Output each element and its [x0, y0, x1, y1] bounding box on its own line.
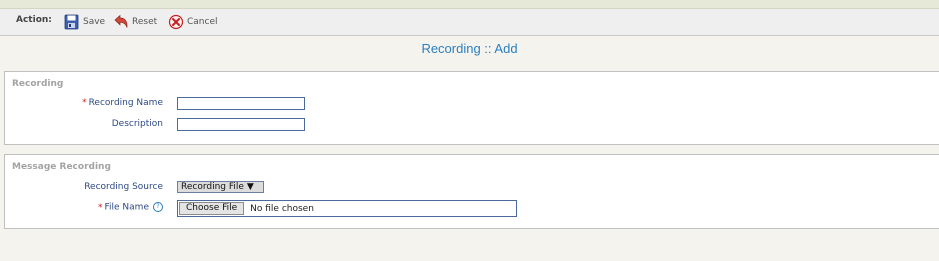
- recording-source-label: Recording Source: [84, 182, 163, 192]
- file-status-text: No file chosen: [250, 203, 314, 214]
- help-question-icon[interactable]: ?: [153, 202, 163, 212]
- cancel-x-icon: [168, 14, 184, 30]
- recording-name-label-text: Recording Name: [88, 98, 163, 108]
- top-strip: [0, 0, 939, 9]
- save-disk-icon: [64, 14, 80, 30]
- file-name-label-text: File Name: [104, 202, 149, 213]
- cancel-button-label: Cancel: [187, 17, 218, 27]
- description-label: Description: [111, 119, 163, 129]
- section-title-recording: Recording: [12, 79, 64, 89]
- page-title: Recording :: Add: [421, 41, 518, 56]
- reset-button[interactable]: Reset: [113, 13, 157, 31]
- choose-file-button[interactable]: Choose File: [179, 202, 245, 215]
- file-name-label: * File Name?: [98, 202, 163, 213]
- dropdown-arrow-icon: ▼: [246, 182, 254, 192]
- recording-name-label: * Recording Name: [82, 98, 163, 108]
- required-marker: *: [98, 202, 103, 213]
- recording-name-input[interactable]: [177, 97, 305, 110]
- section-title-message-recording: Message Recording: [12, 162, 111, 172]
- message-recording-section: Message Recording Recording Source Recor…: [4, 154, 939, 229]
- file-input[interactable]: Choose File No file chosen: [177, 200, 517, 217]
- save-button-label: Save: [83, 17, 106, 27]
- required-marker: *: [82, 98, 87, 108]
- cancel-button[interactable]: Cancel: [168, 13, 218, 31]
- action-toolbar: Action: Save Reset Cancel: [0, 9, 939, 36]
- undo-arrow-icon: [113, 14, 129, 30]
- action-label: Action:: [16, 15, 52, 25]
- description-input[interactable]: [177, 118, 305, 131]
- recording-source-select[interactable]: Recording File ▼: [177, 181, 264, 193]
- recording-section: Recording * Recording Name Description: [4, 71, 939, 145]
- recording-source-selected: Recording File: [181, 182, 244, 192]
- save-button[interactable]: Save: [64, 13, 105, 31]
- reset-button-label: Reset: [132, 17, 158, 27]
